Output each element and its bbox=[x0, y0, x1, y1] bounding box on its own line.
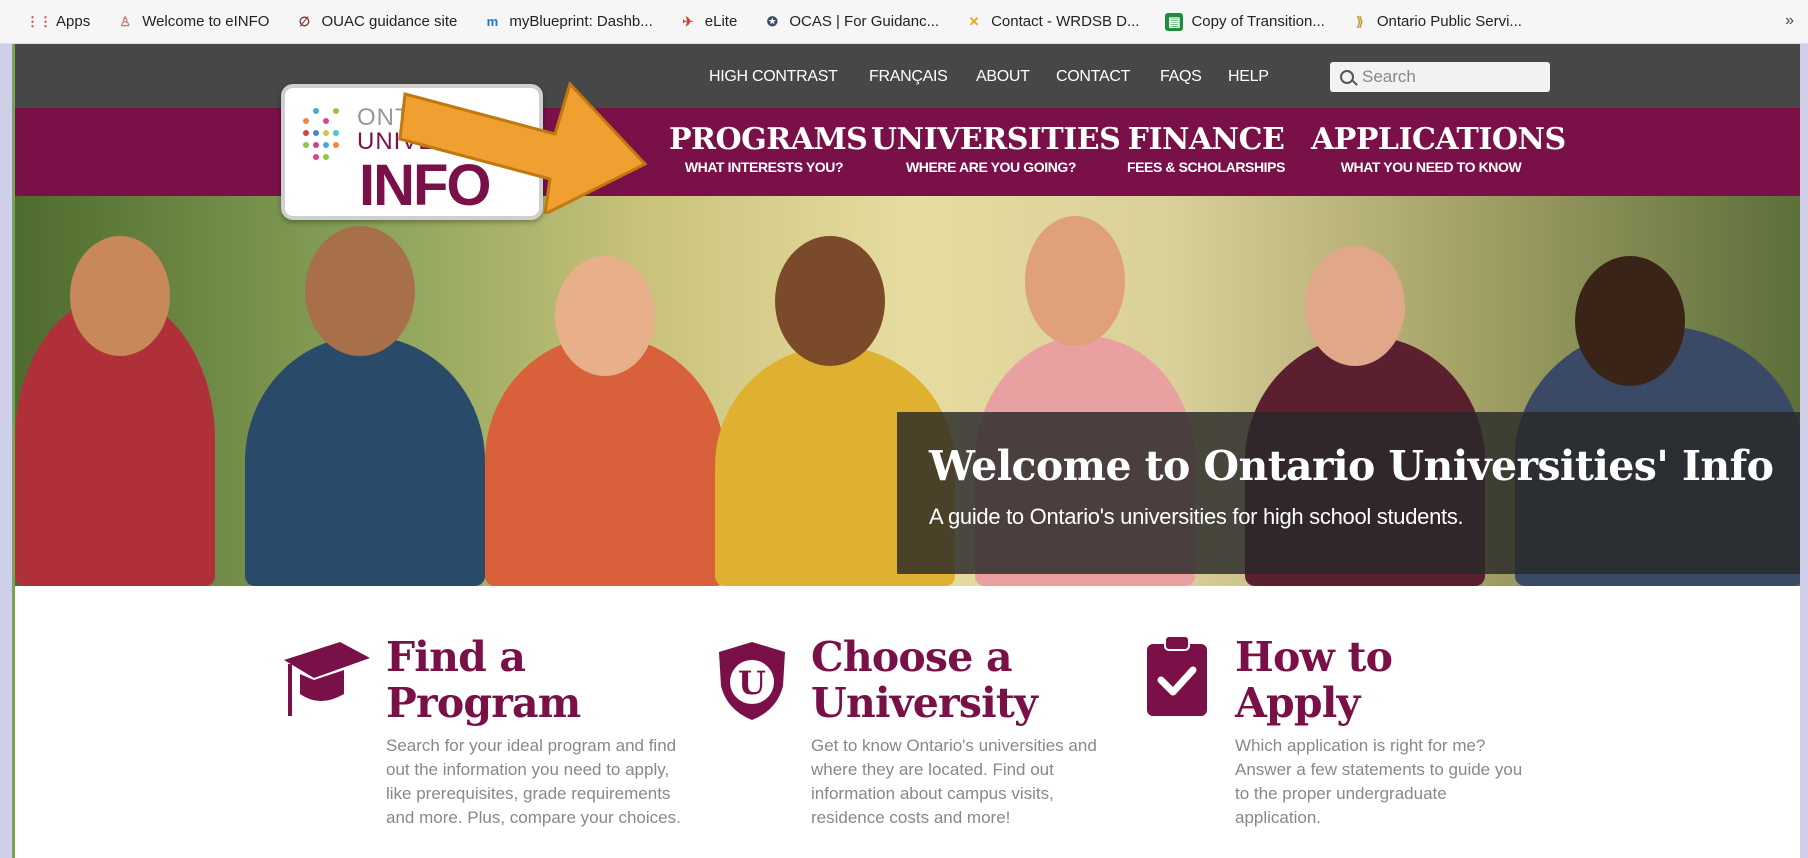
high-contrast-link[interactable]: HIGH CONTRAST bbox=[709, 68, 838, 86]
bookmark-label: OCAS | For Guidanc... bbox=[789, 13, 940, 30]
nav-title: APPLICATIONS bbox=[1311, 122, 1566, 157]
hero-banner: Welcome to Ontario Universities' Info A … bbox=[15, 196, 1800, 586]
search-input[interactable]: Search bbox=[1330, 62, 1550, 92]
hero-subtitle: A guide to Ontario's universities for hi… bbox=[929, 504, 1464, 529]
graduation-cap-icon bbox=[284, 642, 370, 716]
search-icon bbox=[1340, 70, 1354, 84]
bookmark-ontario[interactable]: ⟫ Ontario Public Servi... bbox=[1351, 13, 1522, 31]
bookmark-label: Contact - WRDSB D... bbox=[991, 13, 1140, 30]
nav-applications[interactable]: APPLICATIONS WHAT YOU NEED TO KNOW bbox=[1311, 122, 1566, 175]
bookmark-label: Copy of Transition... bbox=[1191, 13, 1325, 30]
ontario-icon: ⟫ bbox=[1356, 13, 1364, 29]
bookmark-elite[interactable]: ✈ eLite bbox=[679, 13, 738, 31]
bookmark-label: Welcome to eINFO bbox=[142, 13, 270, 30]
browser-window: ⋮⋮ Apps ♙ Welcome to eINFO ∅ OUAC guidan… bbox=[0, 0, 1808, 858]
nav-universities[interactable]: UNIVERSITIES WHERE ARE YOU GOING? bbox=[871, 122, 1121, 175]
bookmark-ocas[interactable]: ✪ OCAS | For Guidanc... bbox=[763, 13, 939, 31]
nav-title: FINANCE bbox=[1127, 122, 1285, 157]
bookmarks-bar: ⋮⋮ Apps ♙ Welcome to eINFO ∅ OUAC guidan… bbox=[0, 0, 1808, 44]
nav-subtitle: WHAT YOU NEED TO KNOW bbox=[1340, 159, 1522, 175]
university-shield-icon: U bbox=[719, 642, 785, 720]
nav-subtitle: WHAT INTERESTS YOU? bbox=[684, 159, 844, 175]
bookmark-label: myBlueprint: Dashb... bbox=[509, 13, 653, 30]
logo-dots-icon bbox=[303, 108, 347, 164]
feature-title-line1: Find a bbox=[386, 633, 526, 681]
sheets-icon: ▤ bbox=[1165, 12, 1184, 31]
nav-title: UNIVERSITIES bbox=[871, 122, 1121, 157]
nav-programs[interactable]: PROGRAMS WHAT INTERESTS YOU? bbox=[669, 122, 868, 175]
francais-link[interactable]: FRANÇAIS bbox=[869, 68, 948, 86]
bookmark-ouac[interactable]: ∅ OUAC guidance site bbox=[295, 13, 458, 31]
bookmark-label: eLite bbox=[704, 13, 738, 30]
bookmark-myblueprint[interactable]: m myBlueprint: Dashb... bbox=[483, 13, 653, 31]
web-page: HIGH CONTRAST FRANÇAIS ABOUT CONTACT FAQ… bbox=[12, 44, 1800, 858]
hero-title: Welcome to Ontario Universities' Info bbox=[929, 442, 1774, 490]
bookmark-label: Ontario Public Servi... bbox=[1376, 13, 1522, 30]
nav-subtitle: FEES & SCHOLARSHIPS bbox=[1126, 159, 1286, 175]
wrdsb-icon: ✕ bbox=[968, 13, 980, 29]
bookmark-label: Apps bbox=[56, 13, 91, 30]
feature-title-line2: University bbox=[811, 679, 1038, 727]
feature-title-line2: Program bbox=[386, 679, 581, 727]
feature-description: Get to know Ontario's universities and w… bbox=[811, 736, 1097, 827]
nav-subtitle: WHERE ARE YOU GOING? bbox=[905, 159, 1077, 175]
ocas-icon: ✪ bbox=[766, 13, 778, 29]
ouac-icon: ∅ bbox=[298, 13, 311, 29]
bookmark-wrdsb[interactable]: ✕ Contact - WRDSB D... bbox=[965, 13, 1140, 31]
faqs-link[interactable]: FAQS bbox=[1160, 68, 1202, 86]
myblueprint-icon: m bbox=[486, 14, 499, 29]
bookmark-sheets[interactable]: ▤ Copy of Transition... bbox=[1165, 12, 1325, 31]
annotation-arrow-icon bbox=[398, 81, 648, 214]
search-placeholder: Search bbox=[1362, 67, 1416, 86]
apps-grid-icon: ⋮⋮ bbox=[26, 13, 52, 29]
contact-link[interactable]: CONTACT bbox=[1056, 68, 1130, 86]
bookmark-label: OUAC guidance site bbox=[321, 13, 458, 30]
nav-finance[interactable]: FINANCE FEES & SCHOLARSHIPS bbox=[1111, 122, 1301, 175]
feature-title-line2: Apply bbox=[1235, 679, 1360, 727]
nav-title: PROGRAMS bbox=[669, 122, 868, 157]
bookmark-einfo[interactable]: ♙ Welcome to eINFO bbox=[116, 13, 269, 31]
feature-title-line1: How to bbox=[1235, 633, 1393, 681]
help-link[interactable]: HELP bbox=[1228, 68, 1269, 86]
einfo-icon: ♙ bbox=[119, 13, 132, 29]
feature-description: Search for your ideal program and find o… bbox=[386, 736, 681, 827]
svg-text:U: U bbox=[738, 664, 766, 702]
bookmark-apps[interactable]: ⋮⋮ Apps bbox=[26, 13, 91, 31]
elite-icon: ✈ bbox=[682, 13, 694, 29]
feature-title-line1: Choose a bbox=[811, 633, 1013, 681]
feature-description: Which application is right for me? Answe… bbox=[1235, 736, 1523, 827]
bookmarks-overflow-button[interactable]: » bbox=[1785, 12, 1794, 30]
about-link[interactable]: ABOUT bbox=[976, 68, 1030, 86]
clipboard-check-icon bbox=[1147, 635, 1207, 716]
hero-caption: Welcome to Ontario Universities' Info A … bbox=[897, 412, 1800, 574]
